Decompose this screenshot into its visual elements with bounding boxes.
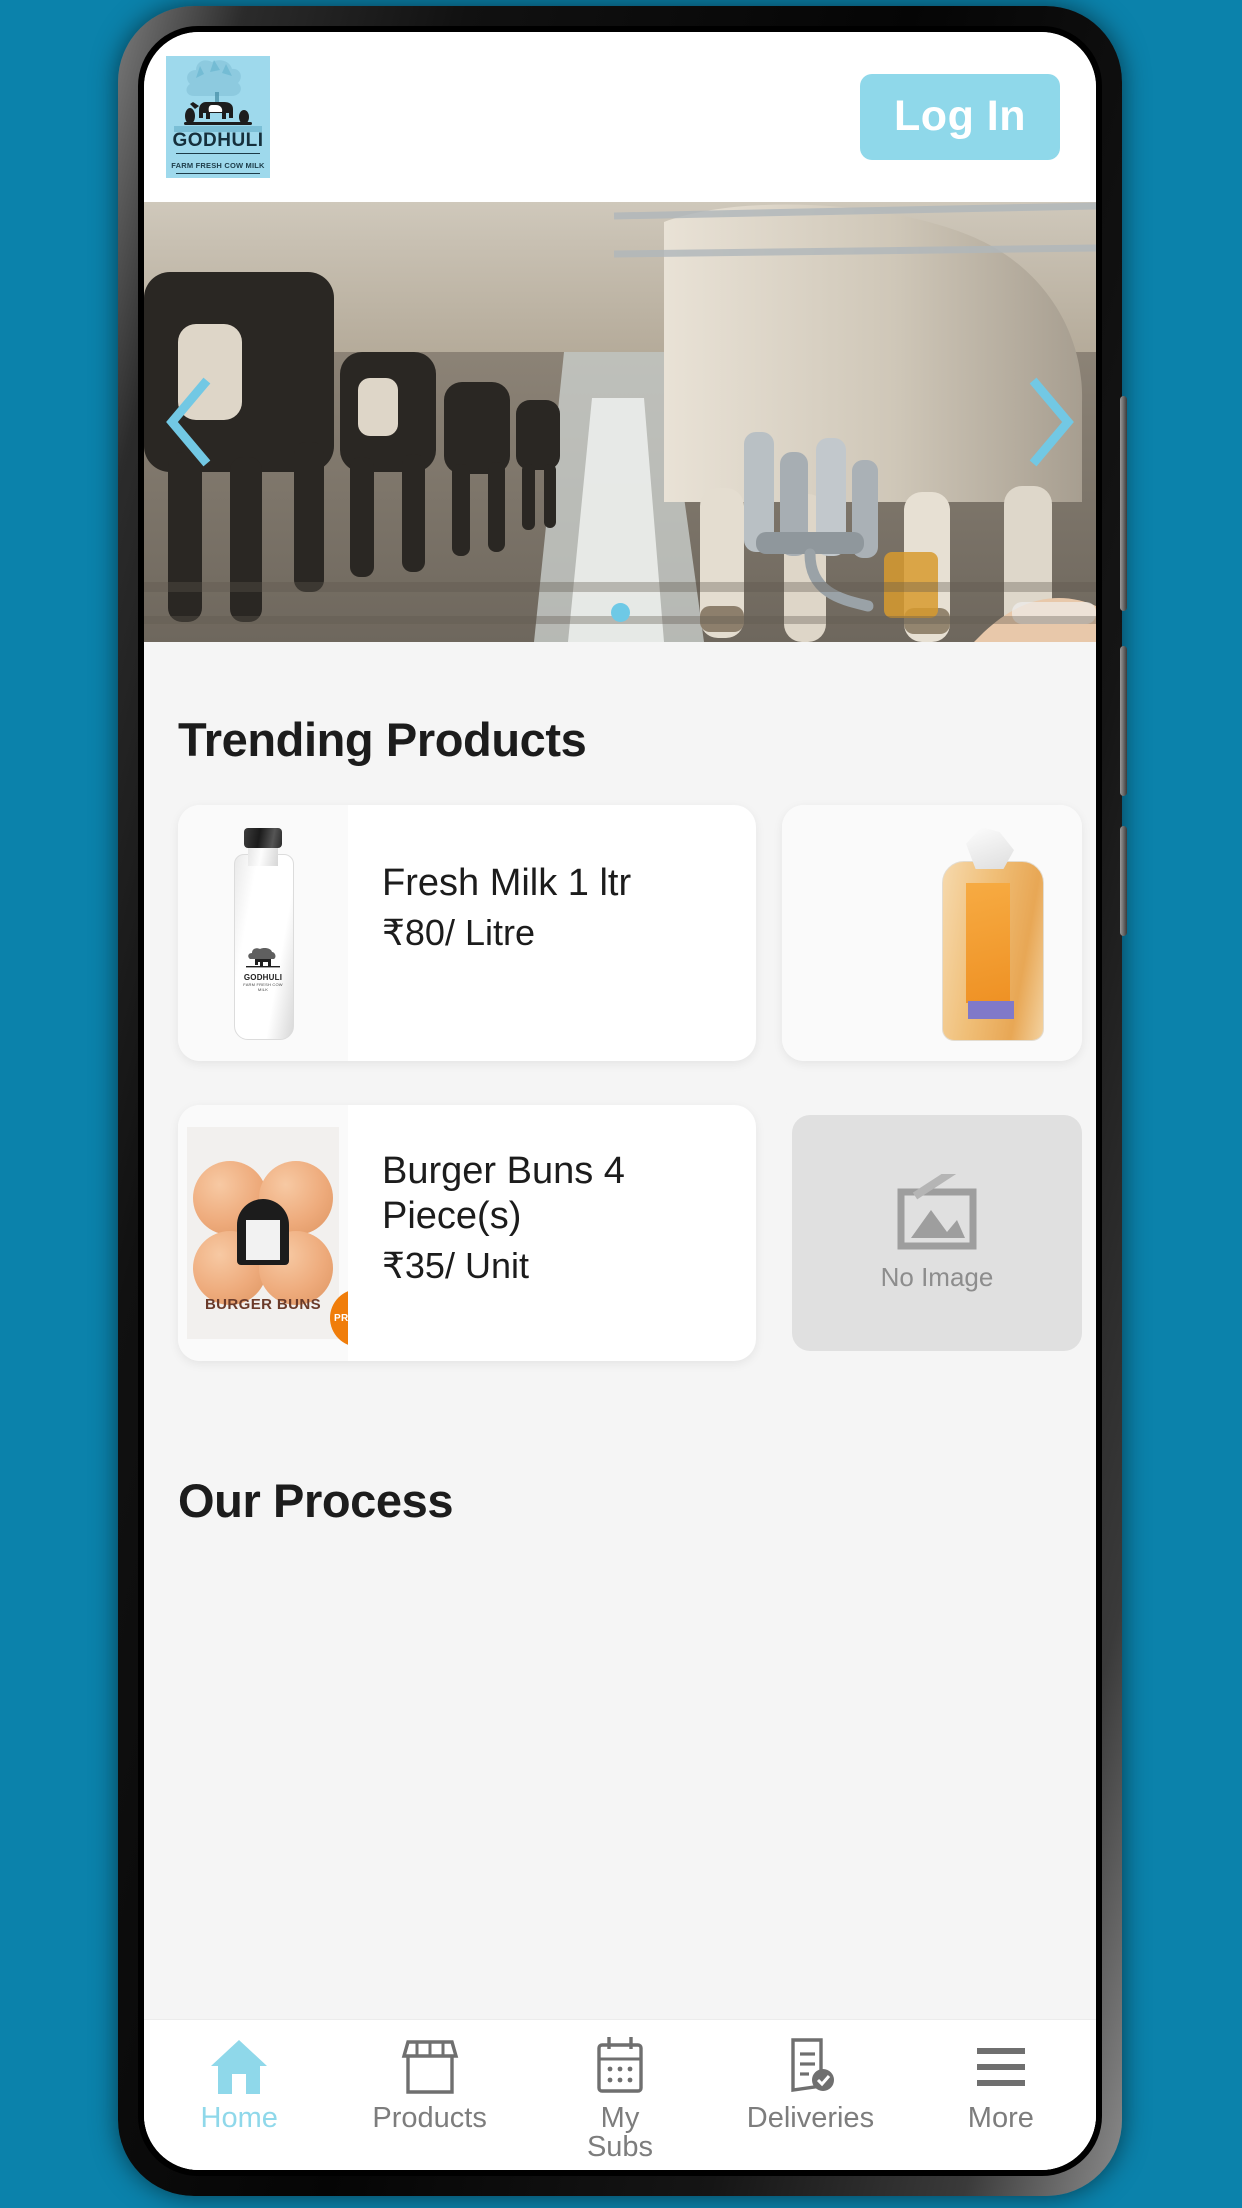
product-thumbnail: BURGER BUNS PREMIUM xyxy=(178,1105,348,1361)
document-check-icon xyxy=(781,2036,839,2098)
no-image-placeholder: No Image xyxy=(792,1115,1082,1351)
phone-screen: GODHULI FARM FRESH COW MILK Log In Trend… xyxy=(144,32,1096,2170)
volume-up-button[interactable] xyxy=(1120,396,1127,611)
nav-item-more[interactable]: More xyxy=(906,2020,1096,2170)
cow-logo-icon xyxy=(174,60,262,132)
logo-divider-top xyxy=(176,152,260,154)
nav-item-home[interactable]: Home xyxy=(144,2020,334,2170)
content-body: Trending Products GODHULI FARM FRESH COW… xyxy=(144,642,1096,2170)
product-card-bread[interactable] xyxy=(782,805,1082,1061)
hamburger-menu-icon xyxy=(971,2036,1031,2098)
product-thumbnail: GODHULI FARM FRESH COW MILK xyxy=(178,805,348,1061)
godhuli-logo[interactable]: GODHULI FARM FRESH COW MILK xyxy=(166,56,270,178)
product-row-2: BURGER BUNS PREMIUM Burger Buns 4 Piece(… xyxy=(144,1105,1096,1361)
product-card-burger-buns[interactable]: BURGER BUNS PREMIUM Burger Buns 4 Piece(… xyxy=(178,1105,756,1361)
hero-carousel[interactable] xyxy=(144,202,1096,642)
login-button[interactable]: Log In xyxy=(860,74,1060,160)
burger-buns-icon: BURGER BUNS xyxy=(187,1127,339,1339)
phone-bezel: GODHULI FARM FRESH COW MILK Log In Trend… xyxy=(138,26,1102,2176)
bottle-logo-icon xyxy=(246,948,280,968)
our-process-title: Our Process xyxy=(178,1474,454,1527)
bread-loaf-icon xyxy=(932,823,1052,1043)
nav-label-my-subs: My Subs xyxy=(586,2102,654,2163)
no-image-label: No Image xyxy=(880,1261,994,1292)
nav-label-home: Home xyxy=(200,2102,278,2134)
nav-label-products: Products xyxy=(372,2102,487,2134)
phone-frame: GODHULI FARM FRESH COW MILK Log In Trend… xyxy=(118,6,1127,2196)
product-price: ₹80/ Litre xyxy=(382,911,535,953)
buns-pack-caption: BURGER BUNS xyxy=(204,1296,322,1313)
nav-label-more: More xyxy=(967,2102,1034,2134)
nav-label-deliveries: Deliveries xyxy=(746,2102,875,2134)
carousel-dot-1[interactable] xyxy=(610,603,630,622)
logo-divider-bottom xyxy=(176,172,260,174)
product-name: Burger Buns 4 Piece(s) xyxy=(382,1150,625,1237)
power-button[interactable] xyxy=(1120,826,1127,936)
logo-wordmark: GODHULI xyxy=(172,130,264,151)
carousel-dots xyxy=(144,603,1096,622)
chevron-left-icon[interactable] xyxy=(160,376,220,468)
bottom-navigation: Home Products My Subs Deliveries More xyxy=(144,2019,1096,2170)
broken-image-icon xyxy=(897,1173,977,1249)
carousel-image xyxy=(144,202,1096,642)
product-row-1: GODHULI FARM FRESH COW MILK Fresh Milk 1… xyxy=(144,805,1096,1061)
nav-item-products[interactable]: Products xyxy=(334,2020,524,2170)
home-icon xyxy=(208,2036,270,2098)
chevron-right-icon[interactable] xyxy=(1020,376,1080,468)
product-info: Burger Buns 4 Piece(s) ₹35/ Unit xyxy=(348,1105,642,1361)
product-price: ₹35/ Unit xyxy=(382,1244,529,1286)
milk-bottle-icon: GODHULI FARM FRESH COW MILK xyxy=(226,828,300,1040)
logo-tagline: FARM FRESH COW MILK xyxy=(171,161,265,170)
product-card-no-image[interactable]: No Image xyxy=(782,1105,1082,1361)
app-header: GODHULI FARM FRESH COW MILK Log In xyxy=(144,32,1096,202)
product-thumbnail xyxy=(782,805,1082,1061)
trending-products-title: Trending Products xyxy=(178,713,587,766)
product-card-fresh-milk[interactable]: GODHULI FARM FRESH COW MILK Fresh Milk 1… xyxy=(178,805,756,1061)
nav-item-my-subs[interactable]: My Subs xyxy=(525,2020,715,2170)
volume-down-button[interactable] xyxy=(1120,646,1127,796)
nav-item-deliveries[interactable]: Deliveries xyxy=(715,2020,905,2170)
product-name: Fresh Milk 1 ltr xyxy=(382,862,632,904)
storefront-icon xyxy=(398,2036,462,2098)
product-info: Fresh Milk 1 ltr ₹80/ Litre xyxy=(348,805,631,1061)
calendar-icon xyxy=(591,2036,649,2098)
